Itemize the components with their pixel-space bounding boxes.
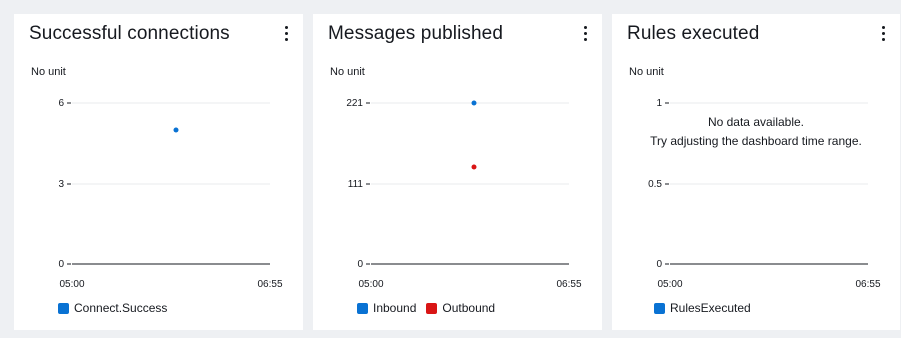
data-point-connect-success [173,127,179,133]
legend-item-outbound[interactable]: Outbound [426,301,495,315]
chart-area: 1 0.5 0 05:00 06:55 [648,98,881,290]
widget-successful-connections: Successful connections No unit 6 3 0 05:… [14,14,303,330]
x-tick-label: 06:55 [556,279,581,290]
chart-area: 221 111 0 05:00 06:55 [346,98,582,290]
legend-label: Connect.Success [74,301,168,315]
y-tick-label: 0.5 [648,179,662,190]
x-tick-label: 06:55 [257,279,282,290]
legend: Connect.Success [58,301,177,315]
y-tick-label: 0 [656,259,662,270]
widget-messages-published: Messages published No unit 221 111 0 05:… [313,14,602,330]
legend-label: Inbound [373,301,417,315]
data-point-inbound [471,100,477,106]
legend-item-inbound[interactable]: Inbound [357,301,416,315]
chart-area: 6 3 0 05:00 06:55 [58,98,283,290]
y-tick-label: 3 [58,179,64,190]
legend-swatch [654,302,665,314]
legend-label: Outbound [442,301,496,315]
legend-item-rules-executed[interactable]: RulesExecuted [654,301,751,315]
no-data-message: No data available. [707,115,805,129]
x-tick-label: 06:55 [855,279,880,290]
data-point-outbound [471,164,477,170]
y-tick-label: 6 [58,98,64,109]
legend-label: RulesExecuted [670,301,751,315]
x-tick-label: 05:00 [657,279,682,290]
x-tick-label: 05:00 [59,279,84,290]
legend: Inbound Outbound [357,301,505,315]
y-tick-label: 111 [348,179,364,190]
widget-rules-executed: Rules executed No unit 1 0.5 0 05:00 06:… [612,14,900,330]
y-tick-label: 1 [656,98,662,109]
legend-item-connect-success[interactable]: Connect.Success [58,301,167,315]
legend-swatch [58,302,69,314]
y-tick-label: 0 [357,259,363,270]
legend-swatch [426,302,438,314]
y-tick-label: 221 [346,98,363,109]
legend-swatch [357,302,368,314]
legend: RulesExecuted [654,301,761,315]
x-tick-label: 05:00 [358,279,383,290]
no-data-hint: Try adjusting the dashboard time range. [650,134,862,148]
y-tick-label: 0 [58,259,64,270]
